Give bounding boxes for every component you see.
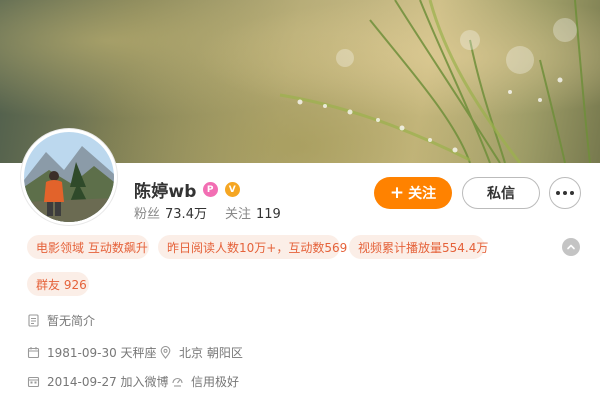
bio-text: 暂无简介 bbox=[47, 314, 96, 328]
avatar[interactable] bbox=[21, 129, 117, 225]
calendar-icon bbox=[27, 375, 40, 388]
tag-reading-stats[interactable]: 昨日阅读人数10万+，互动数569 bbox=[158, 235, 347, 259]
plus-icon: + bbox=[389, 182, 405, 203]
calendar-icon bbox=[27, 346, 40, 359]
collapse-button[interactable] bbox=[562, 238, 580, 256]
location-text: 北京 朝阳区 bbox=[179, 346, 243, 360]
chevron-up-icon bbox=[567, 244, 575, 250]
birthday-line: 1981-09-30 天秤座 bbox=[27, 344, 157, 361]
join-date-line: 2014-09-27 加入微博 bbox=[27, 373, 169, 390]
following-count[interactable]: 119 bbox=[256, 207, 281, 222]
followers-label: 粉丝 bbox=[134, 207, 161, 222]
followers-count[interactable]: 73.4万 bbox=[165, 203, 207, 222]
birthday-text: 1981-09-30 天秤座 bbox=[47, 346, 157, 360]
tag-video-plays[interactable]: 视频累计播放量554.4万 bbox=[349, 235, 488, 259]
location-pin-icon bbox=[159, 346, 172, 359]
credit-icon bbox=[171, 375, 184, 388]
avatar-image bbox=[24, 132, 114, 222]
member-badge-icon[interactable]: P bbox=[202, 182, 218, 197]
follow-button[interactable]: + 关注 bbox=[374, 177, 452, 209]
name-row: 陈婷wb P V bbox=[134, 177, 240, 202]
document-icon bbox=[27, 314, 40, 327]
follow-label: 关注 bbox=[408, 186, 437, 202]
bio-line: 暂无简介 bbox=[27, 312, 95, 329]
stats-row: 粉丝 73.4万 关注 119 bbox=[134, 203, 299, 222]
tag-movie-domain[interactable]: 电影领域 互动数飙升 bbox=[27, 235, 149, 259]
following-label: 关注 bbox=[224, 207, 251, 222]
tag-group-friends[interactable]: 群友 926 bbox=[27, 272, 89, 296]
profile-page: 陈婷wb P V 粉丝 73.4万 关注 119 + 关注 私信 电影领域 互动… bbox=[0, 0, 600, 419]
message-label: 私信 bbox=[487, 186, 515, 202]
credit-text: 信用极好 bbox=[191, 375, 240, 389]
username: 陈婷wb bbox=[134, 182, 197, 202]
message-button[interactable]: 私信 bbox=[462, 177, 540, 209]
verified-badge-icon[interactable]: V bbox=[224, 182, 240, 197]
location-line: 北京 朝阳区 bbox=[159, 344, 243, 361]
join-date-text: 2014-09-27 加入微博 bbox=[47, 375, 169, 389]
more-dots-icon bbox=[556, 191, 560, 195]
credit-line: 信用极好 bbox=[171, 373, 239, 390]
more-options-button[interactable] bbox=[549, 177, 581, 209]
